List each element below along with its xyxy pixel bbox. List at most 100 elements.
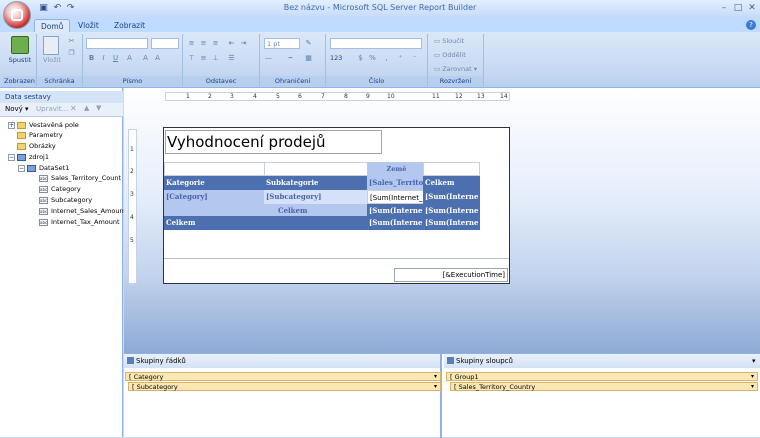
grow-font-icon[interactable]: A — [141, 54, 150, 63]
chevron-down-icon[interactable]: ▾ — [431, 383, 440, 390]
collapse-icon[interactable]: − — [18, 164, 25, 172]
border-dash-icon[interactable]: ┅ — [286, 54, 295, 63]
tree-item-field[interactable]: abc Internet_Tax_Amount — [39, 217, 120, 227]
matrix-corner-cell[interactable] — [264, 162, 368, 176]
align-center-icon[interactable]: ≡ — [199, 39, 208, 48]
cut-icon[interactable]: ✂ — [67, 37, 76, 46]
align-right-icon[interactable]: ≡ — [211, 39, 220, 48]
tab-view[interactable]: Zobrazit — [108, 19, 151, 32]
field-icon: abc — [39, 196, 48, 204]
decrease-decimal-icon[interactable]: ⁻ — [410, 54, 419, 63]
tree-item-field[interactable]: abc Subcategory — [39, 195, 92, 205]
align-button[interactable]: ▭ Zarovnat ▾ — [434, 65, 477, 73]
list-icon[interactable]: ☰ — [227, 54, 236, 63]
edit-button[interactable]: Upravit... — [36, 105, 68, 113]
grand-total-label-cell[interactable]: Celkem — [164, 216, 265, 230]
matrix-cell[interactable] — [264, 216, 368, 230]
tree-item-dataset[interactable]: − DataSet1 — [18, 163, 69, 173]
new-button[interactable]: Nový ▾ — [5, 105, 29, 113]
currency-icon[interactable]: $ — [356, 54, 365, 63]
header-cell-subcategory[interactable]: Subkategorie — [264, 176, 368, 190]
total-cell[interactable]: [Sum(Interne — [423, 190, 480, 204]
valign-middle-icon[interactable]: ≡ — [199, 54, 208, 63]
save-icon[interactable]: ▣ — [38, 3, 49, 14]
row-group-cell-category[interactable]: [Category] — [164, 190, 265, 204]
chevron-down-icon[interactable]: ▾ — [748, 373, 757, 380]
grand-total-cell[interactable]: [Sum(Interne — [423, 216, 480, 230]
undo-icon[interactable]: ↶ — [52, 3, 63, 14]
field-icon: abc — [39, 218, 48, 226]
column-group-header[interactable]: Země — [367, 162, 424, 176]
tab-insert[interactable]: Vložit — [72, 19, 105, 32]
tree-item-images[interactable]: Obrázky — [17, 141, 56, 151]
header-cell-total[interactable]: Celkem — [423, 176, 480, 190]
percent-icon[interactable]: % — [368, 54, 377, 63]
execution-time-textbox[interactable]: [&ExecutionTime] — [394, 268, 508, 282]
ruler-number: 1 — [186, 93, 190, 100]
expand-icon[interactable]: + — [8, 121, 15, 129]
bold-icon[interactable]: B — [87, 54, 96, 63]
run-button[interactable]: Spustit — [4, 56, 36, 64]
increase-decimal-icon[interactable]: ⁺ — [396, 54, 405, 63]
number-format-combo[interactable] — [330, 38, 422, 49]
column-group-territory[interactable]: [ Sales_Territory_Country ▾ — [450, 382, 758, 391]
report-title-textbox[interactable]: Vyhodnocení prodejů — [165, 130, 382, 154]
underline-icon[interactable]: U — [111, 54, 120, 63]
border-style-icon[interactable]: — — [264, 54, 273, 63]
move-up-icon[interactable]: ▲ — [84, 104, 89, 112]
split-cells-button[interactable]: ▭ Oddělit — [434, 51, 466, 59]
grand-total-cell[interactable]: [Sum(Interne — [367, 216, 424, 230]
tree-item-field[interactable]: abc Internet_Sales_Amount — [39, 206, 126, 216]
font-name-combo[interactable] — [86, 38, 148, 49]
data-cell[interactable]: [Sum(Internet_ — [367, 190, 424, 204]
increase-indent-icon[interactable]: ⇥ — [239, 39, 248, 48]
chevron-down-icon[interactable]: ▾ — [431, 373, 440, 380]
chevron-down-icon[interactable]: ▾ — [748, 383, 757, 390]
number-format-button[interactable]: 123 — [330, 54, 342, 62]
tree-item-data-source[interactable]: − zdroj1 — [8, 152, 49, 162]
placeholder-style-icon[interactable]: , — [382, 54, 391, 63]
valign-bottom-icon[interactable]: ⊥ — [211, 54, 220, 63]
header-cell-territory[interactable]: [Sales_Territo — [367, 176, 424, 190]
matrix-corner-cell[interactable] — [164, 162, 265, 176]
font-size-combo[interactable] — [151, 38, 179, 49]
collapse-icon[interactable]: − — [8, 153, 15, 161]
borders-icon[interactable]: ▦ — [304, 54, 313, 63]
office-button[interactable] — [3, 1, 31, 29]
row-group-cell-subcategory[interactable]: [Subcategory] — [264, 190, 368, 204]
header-cell-category[interactable]: Kategorie — [164, 176, 265, 190]
tree-item-builtin-fields[interactable]: + Vestavěná pole — [8, 120, 79, 130]
border-width-combo[interactable]: 1 pt — [264, 38, 300, 49]
copy-icon[interactable]: ❐ — [67, 49, 76, 58]
help-icon[interactable]: ? — [746, 20, 756, 30]
minimize-button[interactable]: – — [717, 2, 731, 15]
tree-item-field[interactable]: abc Sales_Territory_Count — [39, 173, 121, 183]
delete-icon[interactable]: ✕ — [70, 104, 77, 113]
align-left-icon[interactable]: ≡ — [187, 39, 196, 48]
decrease-indent-icon[interactable]: ⇤ — [227, 39, 236, 48]
merge-cells-button[interactable]: ▭ Sloučit — [434, 37, 464, 45]
tree-item-field[interactable]: abc Category — [39, 184, 81, 194]
ruler-number: 13 — [477, 93, 485, 100]
valign-top-icon[interactable]: ⊤ — [187, 54, 196, 63]
italic-icon[interactable]: I — [99, 54, 108, 63]
paste-button[interactable]: Vložit — [40, 56, 64, 64]
row-group-category[interactable]: [ Category ▾ — [125, 372, 441, 381]
column-group-group1[interactable]: [ Group1 ▾ — [446, 372, 758, 381]
matrix-cell[interactable] — [423, 162, 480, 176]
tab-home[interactable]: Domů — [34, 19, 71, 32]
shrink-font-icon[interactable]: A — [153, 54, 162, 63]
row-group-subcategory[interactable]: [ Subcategory ▾ — [128, 382, 441, 391]
close-button[interactable]: ✕ — [745, 2, 759, 15]
group-label-font: Písmo — [83, 76, 182, 86]
border-color-icon[interactable]: ✎ — [304, 39, 313, 48]
maximize-button[interactable]: □ — [731, 2, 745, 15]
redo-icon[interactable]: ↷ — [65, 3, 76, 14]
paste-icon[interactable] — [43, 36, 59, 55]
group-label-border: Ohraničení — [260, 76, 325, 86]
chevron-down-icon[interactable]: ▾ — [752, 357, 756, 365]
run-icon[interactable] — [11, 36, 29, 54]
font-color-icon[interactable]: A — [125, 54, 134, 63]
move-down-icon[interactable]: ▼ — [96, 104, 101, 112]
tree-item-parameters[interactable]: Parametry — [17, 130, 63, 140]
